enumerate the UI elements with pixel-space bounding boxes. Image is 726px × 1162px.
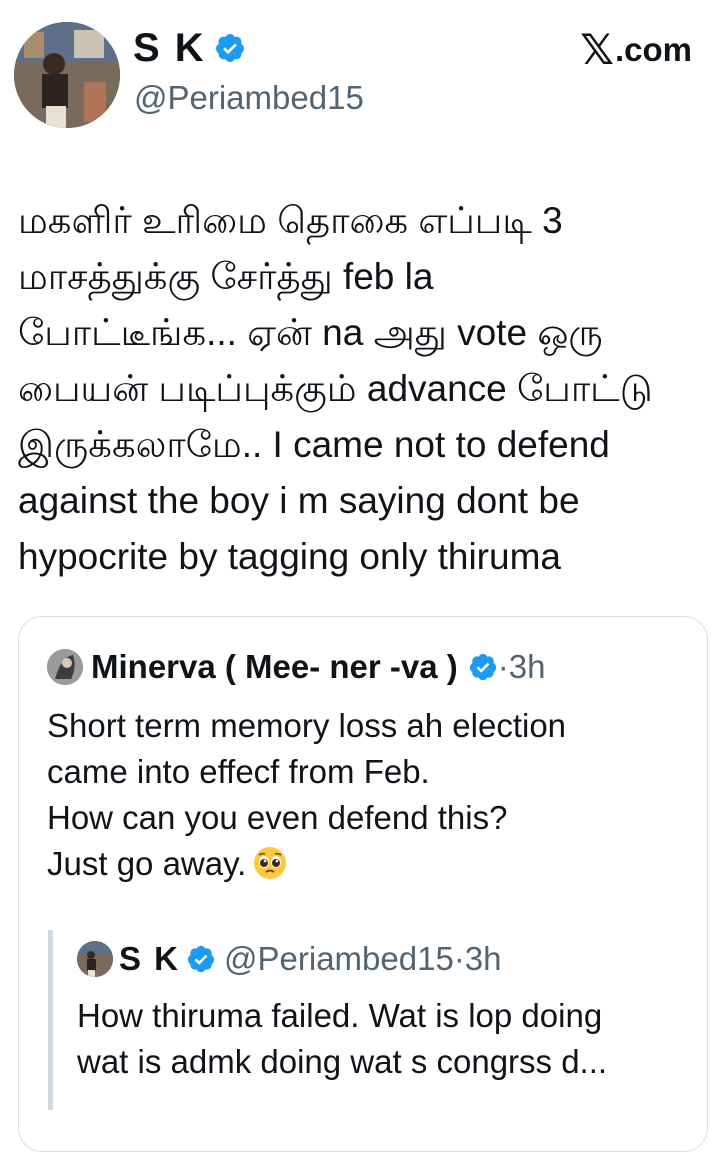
nested-author-name[interactable]: S K	[119, 939, 180, 979]
x-logo-icon: 𝕏	[580, 26, 614, 73]
quoted-post-text: Short term memory loss ah election came …	[47, 703, 687, 887]
quoted-post-header: Minerva ( Mee- ner -va ) ·3h	[47, 647, 545, 687]
nested-post-text: How thiruma failed. Wat is lop doing wat…	[77, 997, 608, 1080]
nested-post-header: S K @Periambed15 ·3h	[77, 939, 502, 979]
author-avatar[interactable]	[14, 22, 120, 128]
quoted-author-name[interactable]: Minerva ( Mee- ner -va )	[91, 647, 458, 687]
nested-quote-thread-bar	[48, 930, 53, 1110]
author-handle[interactable]: @Periambed15	[134, 78, 364, 118]
nested-post-time[interactable]: ·3h	[454, 939, 502, 979]
quoted-post-time[interactable]: ·3h	[498, 647, 546, 687]
nested-author-handle[interactable]: @Periambed15	[224, 939, 454, 979]
nested-author-avatar[interactable]	[77, 941, 113, 977]
verified-badge-icon	[187, 945, 215, 973]
verified-badge-icon	[469, 653, 496, 681]
pleading-face-emoji-icon	[254, 847, 287, 879]
quoted-author-avatar[interactable]	[47, 649, 83, 685]
x-com-watermark: 𝕏. com	[580, 26, 692, 73]
post-text: மகளிர் உரிமை தொகை எப்படி 3 மாசத்துக்கு ச…	[18, 200, 653, 577]
post-header: S K @Periambed15 𝕏. com	[0, 0, 726, 150]
verified-badge-icon	[215, 34, 244, 62]
author-name[interactable]: S K	[133, 26, 206, 70]
site-domain: com	[624, 31, 692, 68]
quoted-text-body: Short term memory loss ah election came …	[47, 707, 567, 882]
quoted-post-card[interactable]: Minerva ( Mee- ner -va ) ·3h Short term …	[18, 616, 708, 1152]
